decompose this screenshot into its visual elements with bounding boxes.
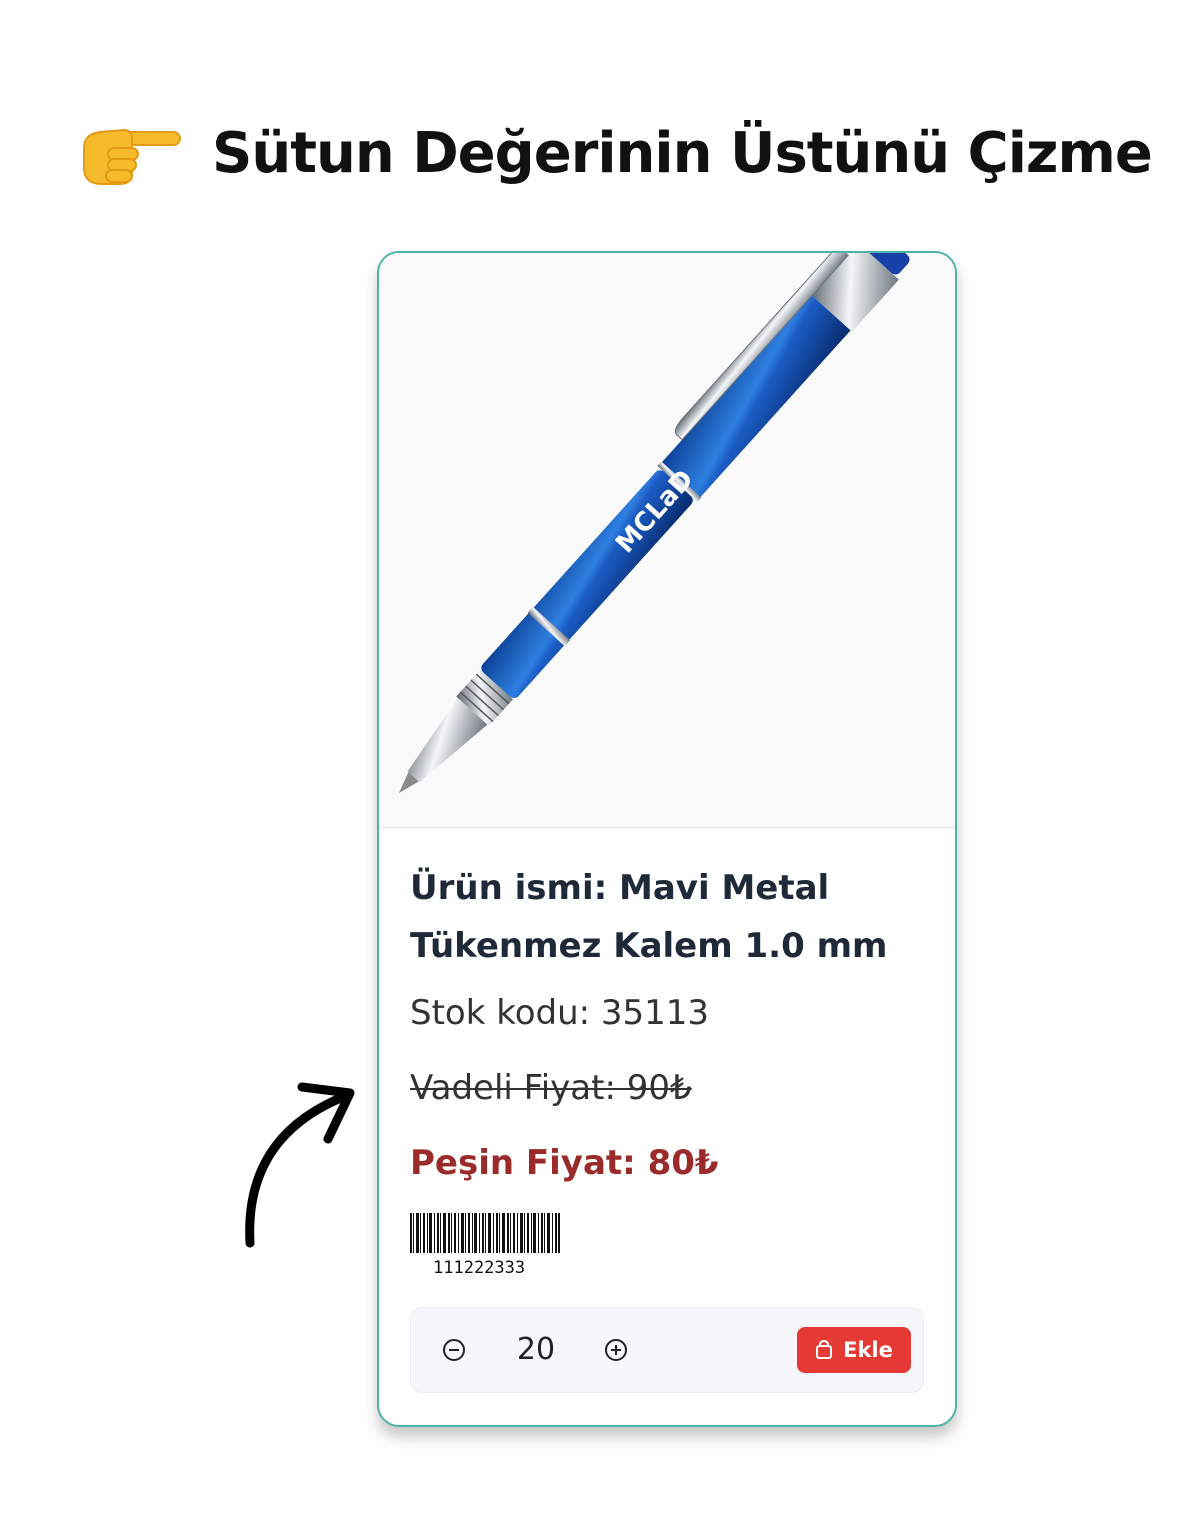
product-image: MCLaD [379,253,955,828]
cash-price: Peşin Fiyat: 80₺ [410,1143,719,1183]
quantity-decrease-button[interactable] [443,1339,465,1361]
pen-illustration: MCLaD [399,253,910,793]
barcode-number: 111222333 [433,1258,526,1278]
quantity-input[interactable] [503,1332,569,1367]
barcode-image [410,1213,560,1253]
term-price-struck: Vadeli Fiyat: 90₺ [410,1068,692,1108]
page-title: Sütun Değerinin Üstünü Çizme [212,120,1153,186]
add-to-cart-bar: Ekle [410,1307,924,1393]
product-card: MCLaD Ürün ismi: Mavi Metal Tükenmez Kal… [377,251,957,1427]
curved-arrow-icon [245,1082,355,1248]
quantity-increase-button[interactable] [605,1339,627,1361]
stock-code: Stok kodu: 35113 [410,993,710,1033]
add-to-cart-button[interactable]: Ekle [797,1327,911,1373]
add-button-label: Ekle [843,1338,893,1362]
shopping-bag-icon [816,1340,833,1359]
page-heading: Sütun Değerinin Üstünü Çizme [80,118,1153,188]
product-name: Ürün ismi: Mavi Metal Tükenmez Kalem 1.0… [410,868,888,966]
pointing-hand-icon [83,128,181,185]
